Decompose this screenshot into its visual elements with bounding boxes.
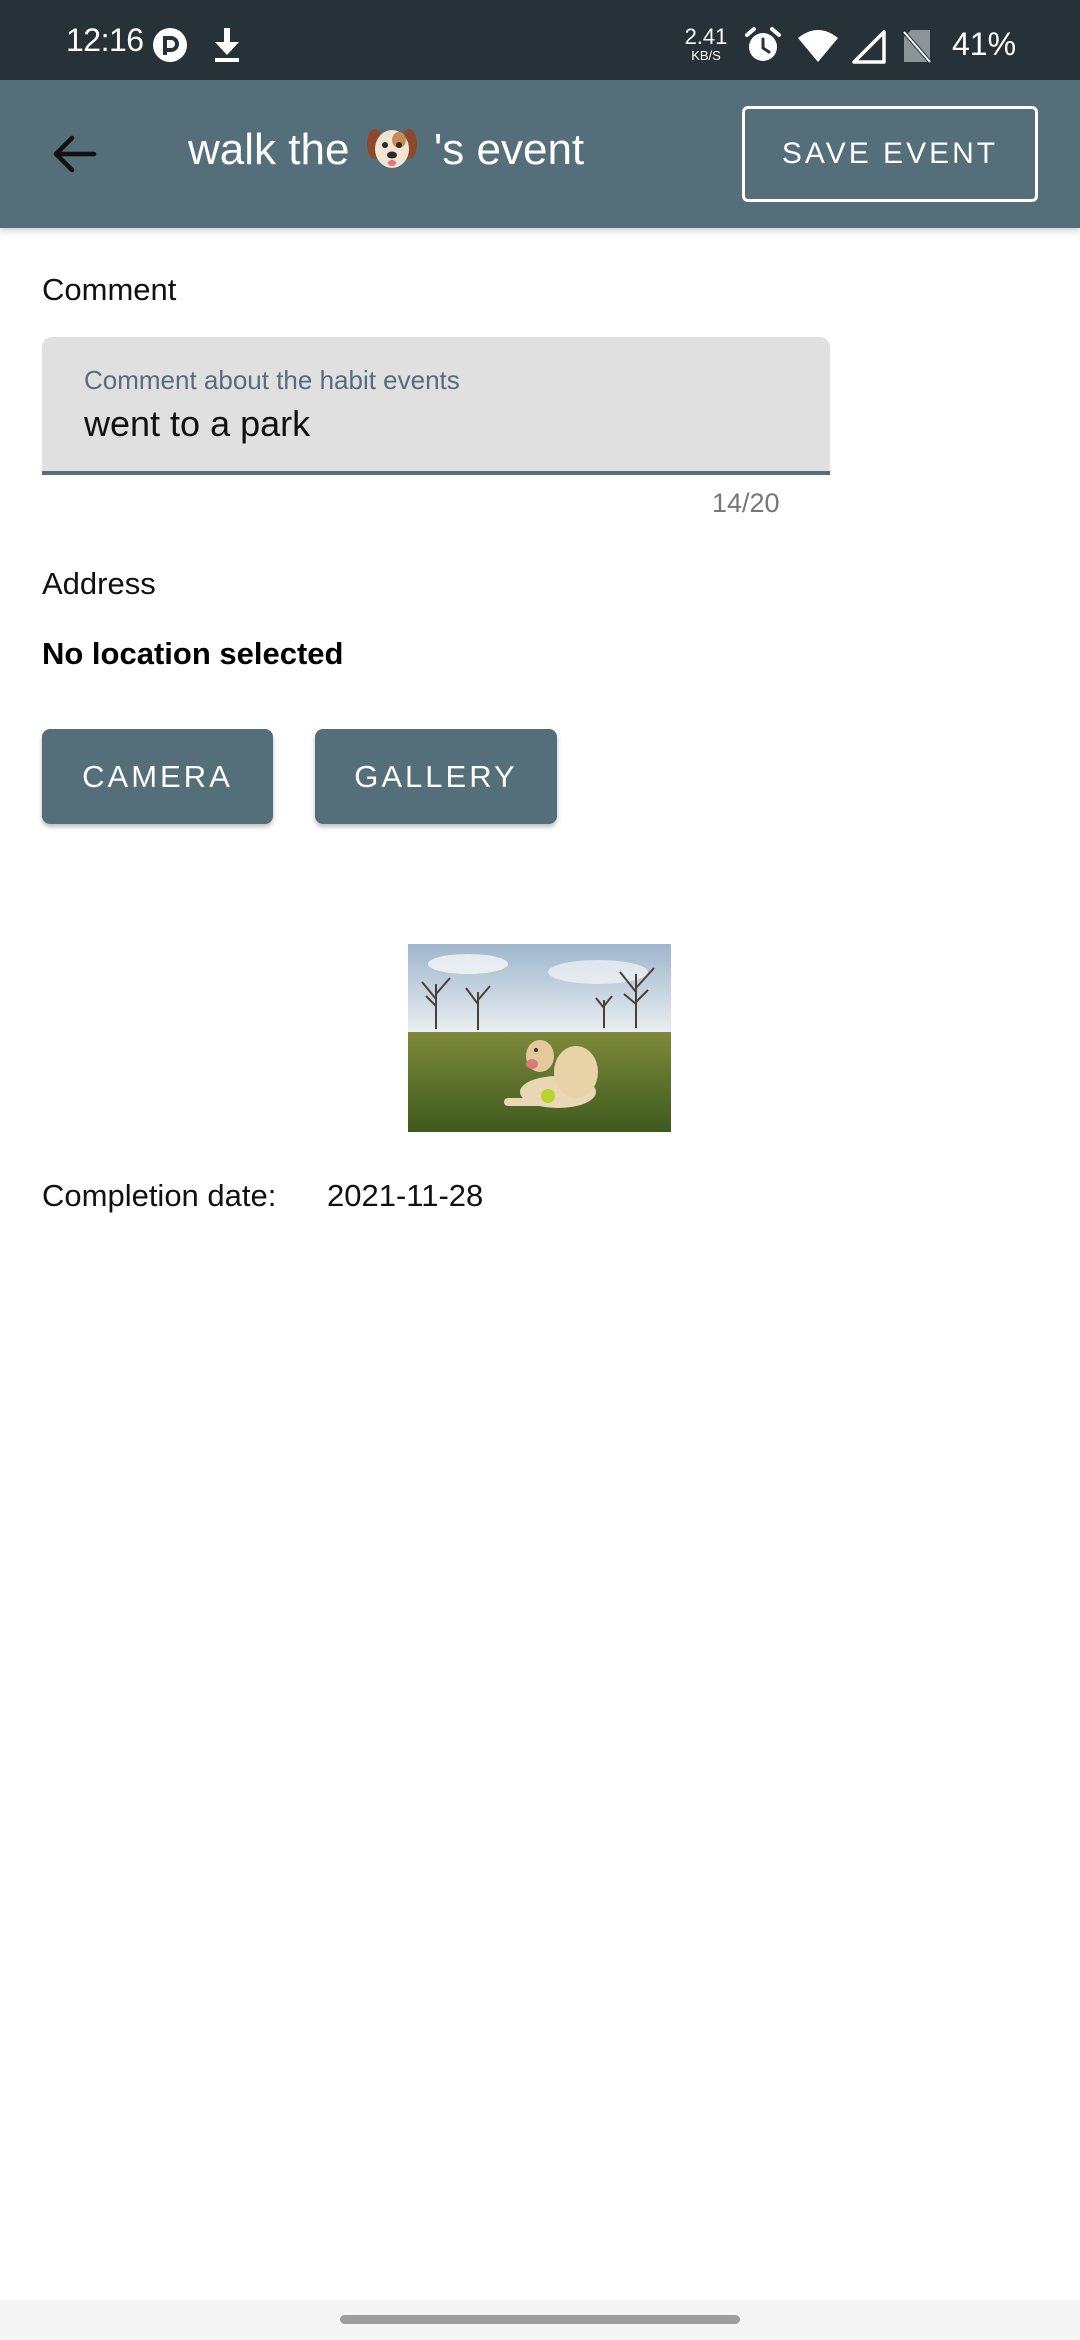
camera-button[interactable]: CAMERA [42,729,273,824]
comment-field-label: Comment about the habit events [84,365,460,395]
completion-date-label: Completion date: [42,1178,277,1213]
title-prefix: walk the [188,125,350,174]
gallery-button[interactable]: GALLERY [315,729,557,824]
download-icon [215,28,239,62]
event-photo [408,944,671,1132]
comment-input-value[interactable]: went to a park [84,403,310,445]
title-suffix: 's event [433,125,585,174]
page-title: walk the 's event [188,124,584,175]
arrow-back-icon [53,135,97,173]
status-bar: 12:16 2.41 KB/S 41% [0,0,1080,80]
network-speed-unit: KB/S [691,48,721,63]
network-speed-value: 2.41 [684,24,728,49]
wifi-icon [798,30,838,62]
comment-field[interactable]: Comment about the habit events went to a… [42,337,830,475]
address-value: No location selected [42,636,344,671]
completion-date-value: 2021-11-28 [327,1178,484,1213]
alarm-icon [745,27,781,61]
character-counter: 14/20 [712,488,780,518]
navigation-bar [0,2300,1080,2340]
save-event-button[interactable]: SAVE EVENT [742,106,1038,202]
no-sim-icon [902,30,932,64]
battery-level: 41% [952,26,1017,62]
dog-face-icon [366,129,417,168]
app-bar: walk the 's event SAVE EVENT [0,80,1080,228]
address-section-label: Address [42,566,156,601]
status-time: 12:16 [66,22,144,58]
comment-section-label: Comment [42,272,177,307]
signal-icon [852,30,886,64]
pocket-icon [153,28,187,62]
back-button[interactable] [34,114,114,194]
home-gesture-handle[interactable] [340,2315,740,2324]
network-speed: 2.41 KB/S [684,24,728,63]
